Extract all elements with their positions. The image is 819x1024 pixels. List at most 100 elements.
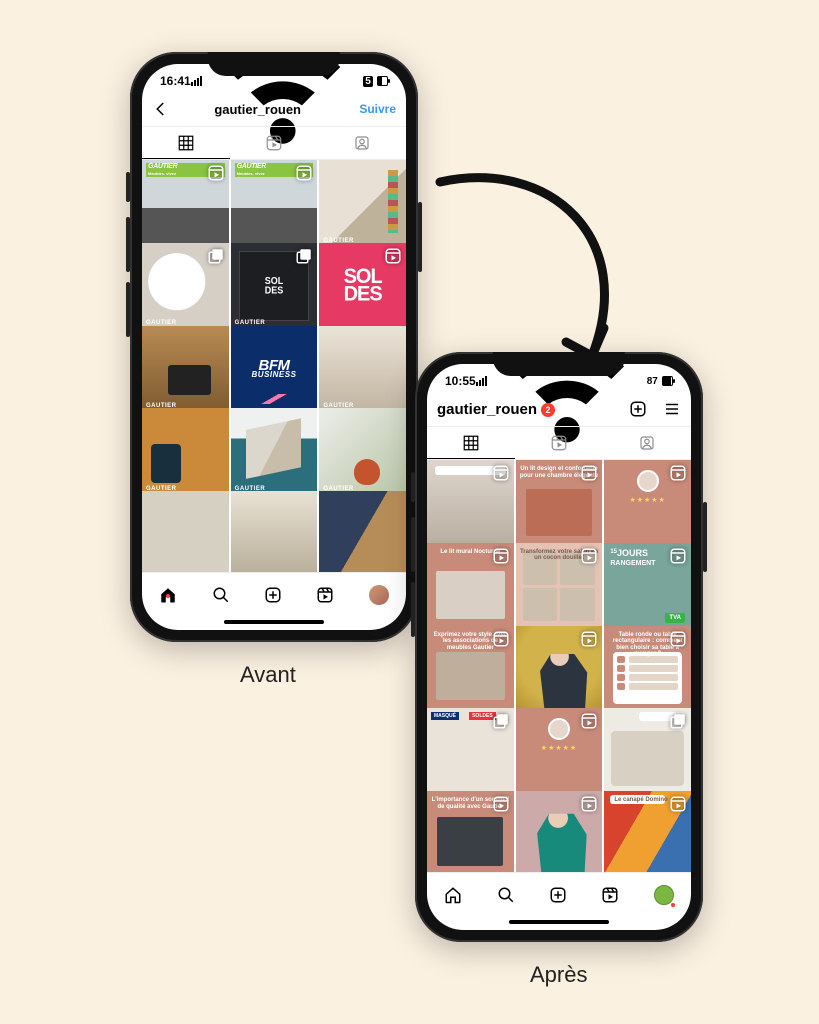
- reel-icon: [384, 247, 402, 265]
- post[interactable]: [319, 491, 406, 572]
- post[interactable]: L'importance d'un sommeil de qualité ave…: [427, 791, 514, 872]
- nav-profile-avatar[interactable]: [654, 885, 674, 905]
- post[interactable]: GAUTIER: [142, 243, 229, 330]
- signal-icon: [191, 76, 202, 86]
- tagged-icon: [353, 134, 371, 152]
- post[interactable]: Un lit design et confortable pour une ch…: [516, 460, 603, 547]
- tagged-icon: [638, 434, 656, 452]
- reel-icon: [492, 547, 510, 565]
- post[interactable]: [604, 708, 691, 795]
- carousel-icon: [492, 712, 510, 730]
- caption-before: Avant: [240, 662, 296, 688]
- tab-reels[interactable]: [515, 427, 603, 459]
- follow-button[interactable]: Suivre: [359, 102, 396, 116]
- phone-before: 16:41 5 gautier_rouen Suivre GAUTIER: [130, 52, 418, 642]
- post[interactable]: Table ronde ou table rectangulaire : com…: [604, 626, 691, 713]
- nav-profile-avatar[interactable]: [369, 585, 389, 605]
- post[interactable]: Le lit mural Nocturne: [427, 543, 514, 630]
- post[interactable]: GAUTIERMeubles. vivez: [231, 160, 318, 247]
- nav-search-icon[interactable]: [497, 886, 515, 904]
- post[interactable]: 15JOURSRANGEMENTTVA: [604, 543, 691, 630]
- feed-tabs: [427, 426, 691, 460]
- battery-label: 5: [363, 76, 373, 87]
- reel-icon: [492, 795, 510, 813]
- reel-icon: [580, 547, 598, 565]
- profile-header: gautier_rouen2: [427, 392, 691, 426]
- post[interactable]: GAUTIER: [231, 408, 318, 495]
- reel-icon: [207, 164, 225, 182]
- tab-grid[interactable]: [427, 427, 515, 459]
- username[interactable]: gautier_rouen2: [437, 401, 621, 418]
- reel-icon: [492, 630, 510, 648]
- tab-reels[interactable]: [230, 127, 318, 159]
- home-indicator: [509, 920, 609, 924]
- reels-icon: [550, 434, 568, 452]
- reel-icon: [669, 630, 687, 648]
- post[interactable]: Transformez votre salon en un cocon doui…: [516, 543, 603, 630]
- post[interactable]: GAUTIER: [142, 326, 229, 413]
- post[interactable]: MASQUÉSOLDES: [427, 708, 514, 795]
- post[interactable]: [231, 491, 318, 572]
- battery-icon: [377, 76, 388, 86]
- notification-badge: 2: [541, 403, 555, 417]
- post[interactable]: GAUTIER: [319, 326, 406, 413]
- username[interactable]: gautier_rouen: [164, 102, 351, 117]
- nav-home-icon[interactable]: [159, 586, 177, 604]
- post[interactable]: [427, 460, 514, 547]
- post-grid: Un lit design et confortable pour une ch…: [427, 460, 691, 872]
- profile-header: gautier_rouen Suivre: [142, 92, 406, 126]
- tab-tagged[interactable]: [318, 127, 406, 159]
- battery-icon: [662, 376, 673, 386]
- reel-icon: [580, 795, 598, 813]
- reels-icon: [265, 134, 283, 152]
- signal-icon: [476, 376, 487, 386]
- carousel-icon: [295, 247, 313, 265]
- nav-search-icon[interactable]: [212, 586, 230, 604]
- caption-after: Après: [530, 962, 587, 988]
- post[interactable]: Exprimez votre style avec les associatio…: [427, 626, 514, 713]
- post[interactable]: SOLDES: [319, 243, 406, 330]
- reel-icon: [580, 712, 598, 730]
- nav-reels-icon[interactable]: [601, 886, 619, 904]
- post[interactable]: [516, 626, 603, 713]
- post[interactable]: GAUTIERMeubles. vivez: [142, 160, 229, 247]
- post[interactable]: GAUTIER: [319, 160, 406, 247]
- post[interactable]: GAUTIER: [142, 408, 229, 495]
- bottom-nav: [427, 872, 691, 916]
- post[interactable]: SOLDESGAUTIER: [231, 243, 318, 330]
- post[interactable]: GAUTIER: [319, 408, 406, 495]
- post[interactable]: [516, 791, 603, 872]
- nav-reels-icon[interactable]: [316, 586, 334, 604]
- status-time: 16:41: [160, 74, 191, 88]
- reel-icon: [669, 795, 687, 813]
- battery-label: 87: [647, 376, 658, 387]
- reel-icon: [295, 164, 313, 182]
- post[interactable]: ★★★★★: [604, 460, 691, 547]
- post[interactable]: Le canapé Domino: [604, 791, 691, 872]
- carousel-icon: [207, 247, 225, 265]
- reel-icon: [580, 464, 598, 482]
- nav-create-icon[interactable]: [264, 586, 282, 604]
- tab-tagged[interactable]: [603, 427, 691, 459]
- phone-after: 10:55 87 gautier_rouen2 Un lit design et…: [415, 352, 703, 942]
- menu-icon[interactable]: [663, 400, 681, 418]
- home-indicator: [224, 620, 324, 624]
- tab-grid[interactable]: [142, 127, 230, 159]
- feed-tabs: [142, 126, 406, 160]
- carousel-icon: [669, 712, 687, 730]
- nav-home-icon[interactable]: [444, 886, 462, 904]
- post[interactable]: [142, 491, 229, 572]
- grid-icon: [462, 434, 480, 452]
- grid-icon: [177, 134, 195, 152]
- status-time: 10:55: [445, 374, 476, 388]
- create-icon[interactable]: [629, 400, 647, 418]
- post[interactable]: ★★★★★: [516, 708, 603, 795]
- post[interactable]: BFMBUSINESS: [231, 326, 318, 413]
- bottom-nav: [142, 572, 406, 616]
- reel-icon: [580, 630, 598, 648]
- reel-icon: [492, 464, 510, 482]
- reel-icon: [669, 464, 687, 482]
- post-grid: GAUTIERMeubles. vivez GAUTIERMeubles. vi…: [142, 160, 406, 572]
- nav-create-icon[interactable]: [549, 886, 567, 904]
- reel-icon: [669, 547, 687, 565]
